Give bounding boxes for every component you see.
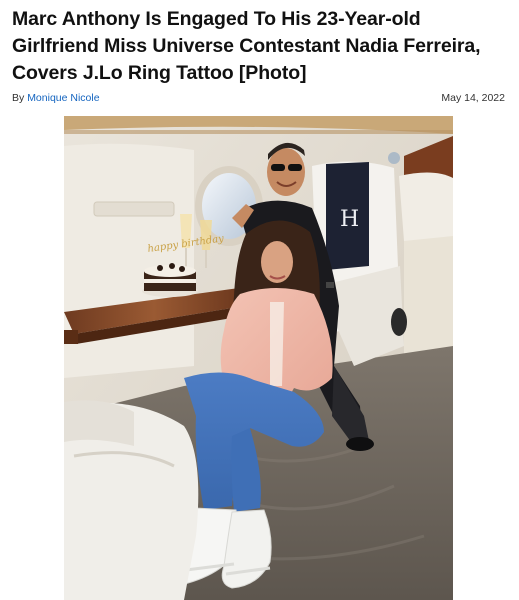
publish-date: May 14, 2022 — [441, 92, 505, 104]
wall-panel — [64, 143, 194, 378]
article-photo: happy birthday H — [64, 116, 453, 600]
far-seat — [404, 221, 453, 366]
author-link[interactable]: Monique Nicole — [27, 92, 99, 104]
byline-prefix: By — [12, 92, 25, 104]
byline: By Monique Nicole — [12, 92, 100, 104]
air-vent — [93, 201, 175, 217]
article-headline: Marc Anthony Is Engaged To His 23-Year-o… — [12, 8, 481, 84]
man-shoe — [346, 437, 374, 451]
woman-face — [261, 241, 293, 283]
photo-illustration: happy birthday H — [64, 116, 453, 600]
seat-letter: H — [340, 207, 359, 232]
man-face — [267, 148, 305, 196]
